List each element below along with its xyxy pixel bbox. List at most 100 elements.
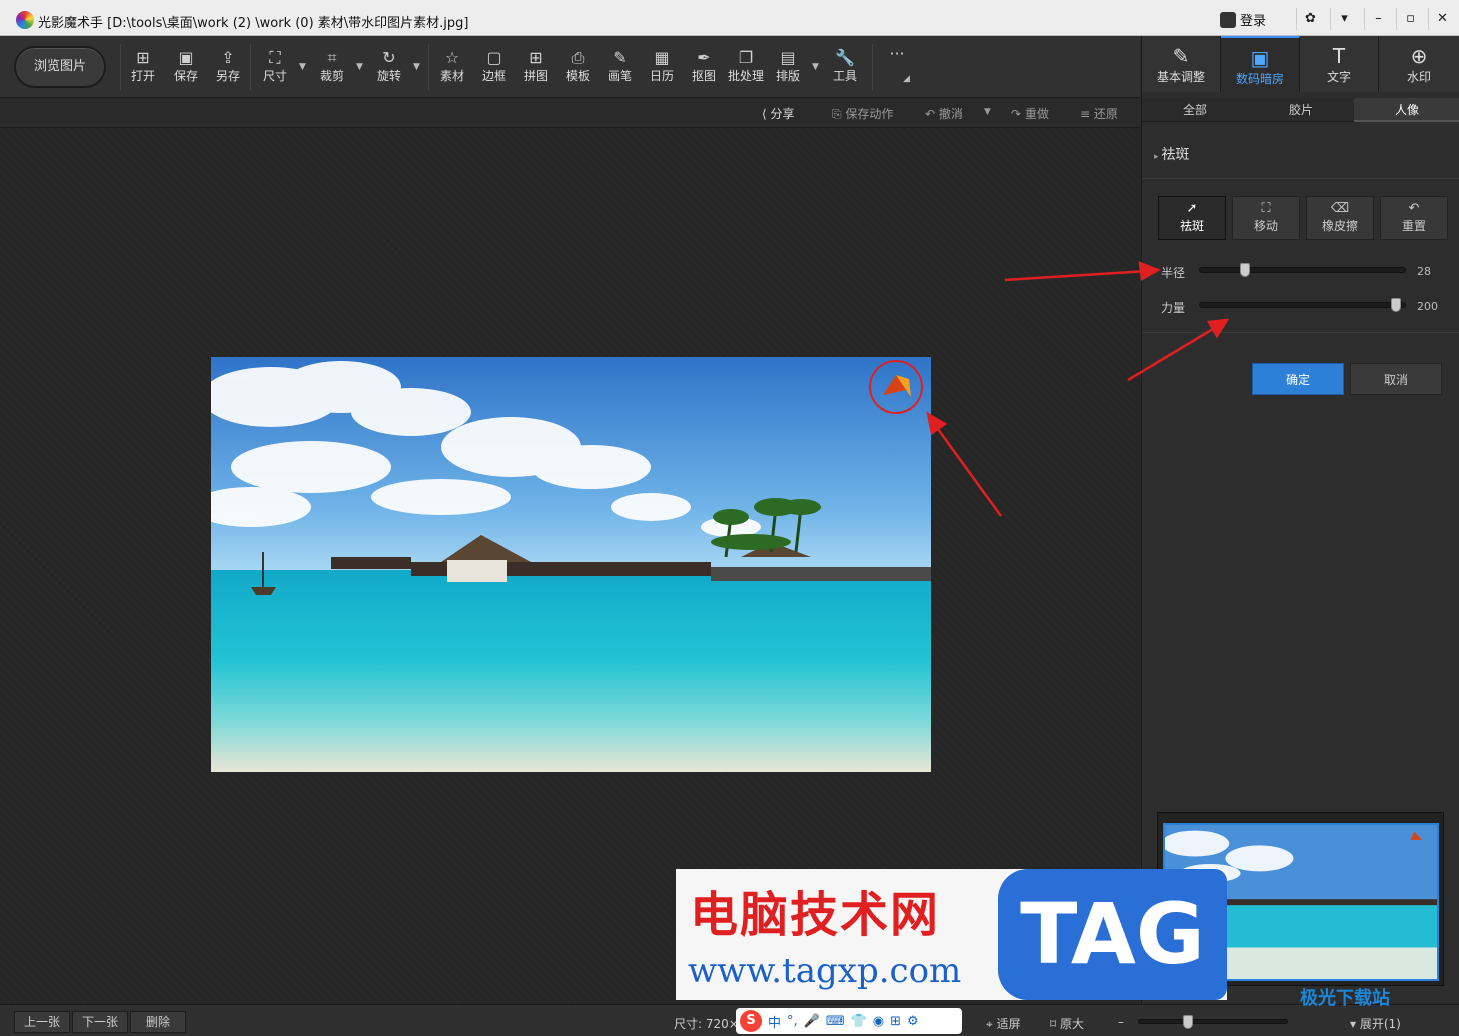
login-button[interactable]: 登录 <box>1220 10 1266 29</box>
zoom-slider-handle[interactable] <box>1183 1015 1193 1029</box>
delete-button[interactable]: 删除 <box>130 1011 186 1033</box>
category-all[interactable]: 全部 <box>1142 98 1248 122</box>
layout-button[interactable]: ▤ 排版 <box>768 48 808 84</box>
maximize-button[interactable]: ▫ <box>1396 8 1424 30</box>
zoom-slider[interactable] <box>1138 1015 1288 1029</box>
reset-icon: ↶ <box>1408 201 1420 216</box>
ime-toolbar[interactable]: S 中 °, 🎤 ⌨ 👕 ◉ ⊞ ⚙ <box>736 1008 962 1034</box>
redo-button[interactable]: ↷ 重做 <box>1011 105 1049 122</box>
undo-dropdown-icon[interactable]: ▼ <box>984 107 991 117</box>
restore-button[interactable]: ≡ 还原 <box>1080 105 1118 122</box>
apps-grid-icon[interactable]: ⊞ <box>890 1014 901 1029</box>
window-title: 光影魔术手 [D:\tools\桌面\work (2) \work (0) 素材… <box>38 16 469 31</box>
title-bar: 光影魔术手 [D:\tools\桌面\work (2) \work (0) 素材… <box>0 0 1459 36</box>
printer-icon: ⎙ <box>571 48 585 67</box>
watermark-tag-logo: TAG <box>998 869 1227 1000</box>
move-tool[interactable]: ⛶ 移动 <box>1232 196 1300 240</box>
resize-button[interactable]: ⛶ 尺寸 <box>255 48 295 84</box>
save-action-icon: ⎘ <box>832 107 846 121</box>
ime-language[interactable]: 中 <box>768 1012 781 1031</box>
rotate-dropdown-icon[interactable]: ▼ <box>413 62 420 72</box>
calendar-button[interactable]: ▦ 日历 <box>642 48 682 84</box>
eraser-icon: ⌫ <box>1330 201 1350 216</box>
cutout-button[interactable]: ✒ 抠图 <box>684 48 724 84</box>
radius-label: 半径 <box>1161 266 1186 280</box>
share-button[interactable]: ⟨ 分享 <box>762 105 795 122</box>
site-logo-text: 极光下载站 <box>1300 988 1390 1009</box>
punctuation-icon[interactable]: °, <box>787 1014 798 1029</box>
strength-slider-handle[interactable] <box>1391 298 1401 312</box>
tab-basic-adjust[interactable]: ✎ 基本调整 <box>1142 36 1221 92</box>
skin-icon[interactable]: ✿ <box>1296 8 1324 30</box>
toolbar-divider <box>428 44 429 90</box>
batch-icon: ❐ <box>738 48 754 67</box>
pen-icon: ✒ <box>697 48 711 67</box>
fit-screen-icon: ⌖ <box>986 1017 997 1031</box>
confirm-button[interactable]: 确定 <box>1252 363 1344 395</box>
wrench-icon: 🔧 <box>835 48 855 67</box>
tab-darkroom[interactable]: ▣ 数码暗房 <box>1221 36 1300 92</box>
cancel-button[interactable]: 取消 <box>1350 363 1442 395</box>
reset-tool[interactable]: ↶ 重置 <box>1380 196 1448 240</box>
settings-gear-icon[interactable]: ⚙ <box>907 1014 919 1029</box>
eraser-tool[interactable]: ⌫ 橡皮擦 <box>1306 196 1374 240</box>
main-toolbar: 浏览图片 ⊞ 打开 ▣ 保存 ⇪ 另存 ⛶ 尺寸 ▼ ⌗ 裁剪 ▼ ↻ 旋转 ▼ ☆ 素材 ▢… <box>0 36 1140 98</box>
layout-dropdown-icon[interactable]: ▼ <box>812 62 819 72</box>
more-icon[interactable]: ··· <box>877 44 917 64</box>
undo-button[interactable]: ↶ 撤消 <box>925 105 963 122</box>
minimize-button[interactable]: – <box>1364 8 1392 30</box>
category-portrait[interactable]: 人像 <box>1354 98 1459 122</box>
tab-watermark[interactable]: ⊕ 水印 <box>1379 36 1459 92</box>
template-button[interactable]: ⎙ 模板 <box>558 48 598 84</box>
photo-beach-image[interactable] <box>211 357 931 772</box>
crop-dropdown-icon[interactable]: ▼ <box>356 62 363 72</box>
right-panel: ✎ 基本调整 ▣ 数码暗房 T 文字 ⊕ 水印 全部 胶片 人像 ▸ 祛斑 ➚ 祛斑 ⛶ 移… <box>1141 36 1459 1004</box>
status-bar: 上一张 下一张 删除 尺寸: 720× ⌖ 适屏 ⌑ 原大 – ▾ 展开(1) <box>0 1004 1459 1036</box>
next-image-button[interactable]: 下一张 <box>72 1011 128 1033</box>
crop-button[interactable]: ⌗ 裁剪 <box>312 48 352 84</box>
material-button[interactable]: ☆ 素材 <box>432 48 472 84</box>
batch-button[interactable]: ❐ 批处理 <box>724 48 768 84</box>
resize-dropdown-icon[interactable]: ▼ <box>299 62 306 72</box>
game-icon[interactable]: ◉ <box>873 1014 884 1029</box>
keyboard-icon[interactable]: ⌨ <box>826 1014 845 1029</box>
original-size-button[interactable]: ⌑ 原大 <box>1050 1015 1084 1032</box>
toolbar-divider <box>120 44 121 90</box>
camera-icon: ▣ <box>1250 46 1270 70</box>
rotate-icon: ↻ <box>382 48 396 67</box>
border-icon: ▢ <box>486 48 502 67</box>
strength-slider[interactable] <box>1199 298 1406 312</box>
zoom-out-icon[interactable]: – <box>1118 1015 1124 1029</box>
brush-button[interactable]: ✎ 画笔 <box>600 48 640 84</box>
layout-icon: ▤ <box>780 48 796 67</box>
watermark-cn-text: 电脑技术网 <box>690 887 941 943</box>
tab-text[interactable]: T 文字 <box>1300 36 1379 92</box>
share-icon: ⟨ <box>762 107 771 121</box>
border-button[interactable]: ▢ 边框 <box>474 48 514 84</box>
browse-images-button[interactable]: 浏览图片 <box>14 46 106 88</box>
open-button[interactable]: ⊞ 打开 <box>123 48 163 84</box>
save-as-button[interactable]: ⇪ 另存 <box>208 48 248 84</box>
microphone-icon[interactable]: 🎤 <box>804 1014 820 1029</box>
skin-shirt-icon[interactable]: 👕 <box>851 1014 867 1029</box>
close-button[interactable]: ✕ <box>1428 8 1456 30</box>
edit-icon: ✎ <box>1172 44 1190 68</box>
radius-slider-handle[interactable] <box>1239 263 1250 277</box>
section-header[interactable]: ▸ 祛斑 <box>1154 144 1189 164</box>
collage-button[interactable]: ⊞ 拼图 <box>516 48 556 84</box>
menu-dropdown-icon[interactable]: ▾ <box>1330 8 1358 30</box>
category-film[interactable]: 胶片 <box>1248 98 1354 122</box>
save-action-button[interactable]: ⎘ 保存动作 <box>832 105 893 122</box>
user-face-icon <box>1220 11 1236 28</box>
rotate-button[interactable]: ↻ 旋转 <box>369 48 409 84</box>
fit-screen-button[interactable]: ⌖ 适屏 <box>986 1015 1021 1032</box>
expand-corner-icon[interactable]: ◢ <box>903 74 910 84</box>
spot-removal-tool[interactable]: ➚ 祛斑 <box>1158 196 1226 240</box>
prev-image-button[interactable]: 上一张 <box>14 1011 70 1033</box>
sub-toolbar: ⟨ 分享 ⎘ 保存动作 ↶ 撤消 ▼ ↷ 重做 ≡ 还原 <box>0 98 1140 128</box>
radius-slider[interactable] <box>1199 263 1406 277</box>
grid-icon: ⊞ <box>529 48 543 67</box>
save-button[interactable]: ▣ 保存 <box>166 48 206 84</box>
tools-button[interactable]: 🔧 工具 <box>825 48 865 84</box>
expand-button[interactable]: ▾ 展开(1) <box>1350 1015 1401 1032</box>
